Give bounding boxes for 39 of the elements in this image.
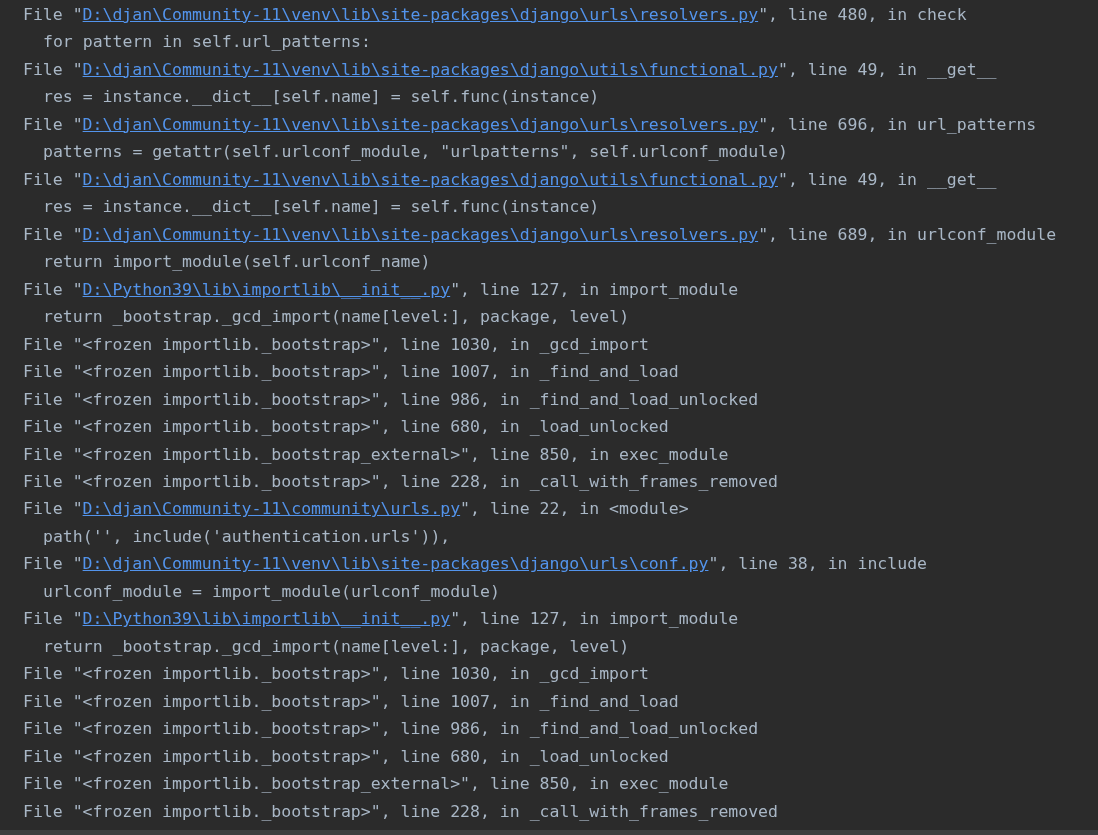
traceback-line: File "<frozen importlib._bootstrap>", line 1030, in _gcd_import: [23, 333, 650, 356]
traceback-line: for pattern in self.url_patterns:: [42, 31, 372, 54]
traceback-line: File "D:\Python39\lib\importlib\__init__.py", line 127, in import_module: [23, 608, 740, 631]
file-link[interactable]: D:\Python39\lib\importlib\__init__.py: [82, 609, 451, 629]
traceback-line: File "<frozen importlib._bootstrap>", line 986, in _find_and_load_unlocked: [23, 388, 760, 411]
traceback-line: File "D:\djan\Community-11\venv\lib\site-packages\django\urls\resolvers.py", line 480, in check: [23, 4, 968, 26]
traceback-line: File "<frozen importlib._bootstrap>", line 228, in _call_with_frames_removed: [23, 800, 779, 823]
traceback-line: File "<frozen importlib._bootstrap>", line 228, in _call_with_frames_removed: [23, 470, 779, 493]
file-link[interactable]: D:\djan\Community-11\venv\lib\site-packages\django\urls\conf.py: [82, 554, 709, 574]
file-link[interactable]: D:\Python39\lib\importlib\__init__.py: [82, 279, 451, 299]
traceback-line: File "<frozen importlib._bootstrap>", line 680, in _load_unlocked: [23, 416, 670, 439]
traceback-line: File "<frozen importlib._bootstrap_external>", line 850, in exec_module: [23, 773, 730, 796]
traceback-line: File "<frozen importlib._bootstrap>", line 1007, in _find_and_load: [23, 361, 680, 384]
traceback-line: File "D:\djan\Community-11\venv\lib\site-packages\django\urls\conf.py", line 38, in include: [23, 553, 928, 576]
traceback-line: return import_module(self.urlconf_name): [42, 251, 432, 274]
file-link[interactable]: D:\djan\Community-11\community\urls.py: [82, 499, 461, 519]
traceback-line: res = instance.__dict__[self.name] = self.func(instance): [42, 86, 601, 109]
traceback-line: File "D:\djan\Community-11\community\urls.py", line 22, in <module>: [23, 498, 690, 521]
traceback-line: File "<frozen importlib._bootstrap_external>", line 850, in exec_module: [23, 443, 730, 466]
file-link[interactable]: D:\djan\Community-11\venv\lib\site-packages\django\urls\resolvers.py: [82, 5, 759, 24]
traceback-line: return _bootstrap._gcd_import(name[level:], package, level): [42, 635, 631, 658]
traceback-line: patterns = getattr(self.urlconf_module, "urlpatterns", self.urlconf_module): [42, 141, 790, 164]
file-link[interactable]: D:\djan\Community-11\venv\lib\site-packages\django\urls\resolvers.py: [82, 114, 759, 134]
traceback-line: File "D:\djan\Community-11\venv\lib\site-packages\django\utils\functional.py", line 49, in __get__: [23, 168, 998, 191]
file-link[interactable]: D:\djan\Community-11\venv\lib\site-packages\django\urls\resolvers.py: [82, 224, 759, 244]
traceback-line: File "D:\djan\Community-11\venv\lib\site-packages\django\utils\functional.py", line 49, in __get__: [23, 58, 998, 81]
traceback-line: File "D:\djan\Community-11\venv\lib\site-packages\django\urls\resolvers.py", line 696, in url_patterns: [23, 113, 1038, 136]
traceback-line: File "<frozen importlib._bootstrap>", line 986, in _find_and_load_unlocked: [23, 718, 760, 741]
traceback-line: return _bootstrap._gcd_import(name[level:], package, level): [42, 306, 631, 329]
traceback-line: File "<frozen importlib._bootstrap>", line 1007, in _find_and_load: [23, 690, 680, 713]
traceback-line: res = instance.__dict__[self.name] = self.func(instance): [42, 196, 601, 219]
file-link[interactable]: D:\djan\Community-11\venv\lib\site-packages\django\utils\functional.py: [82, 59, 778, 79]
traceback-line: File "<frozen importlib._bootstrap>", line 1030, in _gcd_import: [23, 663, 650, 686]
file-link[interactable]: D:\djan\Community-11\venv\lib\site-packages\django\utils\functional.py: [82, 169, 778, 189]
traceback-line: File "D:\Python39\lib\importlib\__init__.py", line 127, in import_module: [23, 278, 740, 301]
traceback-line: path('', include('authentication.urls')),: [42, 525, 452, 548]
traceback-line: File "<frozen importlib._bootstrap>", line 680, in _load_unlocked: [23, 745, 670, 768]
traceback-line: File "D:\djan\Community-11\venv\lib\site-packages\django\urls\resolvers.py", line 689, in urlconf_module: [23, 223, 1058, 246]
traceback-line: urlconf_module = import_module(urlconf_module): [42, 580, 501, 603]
